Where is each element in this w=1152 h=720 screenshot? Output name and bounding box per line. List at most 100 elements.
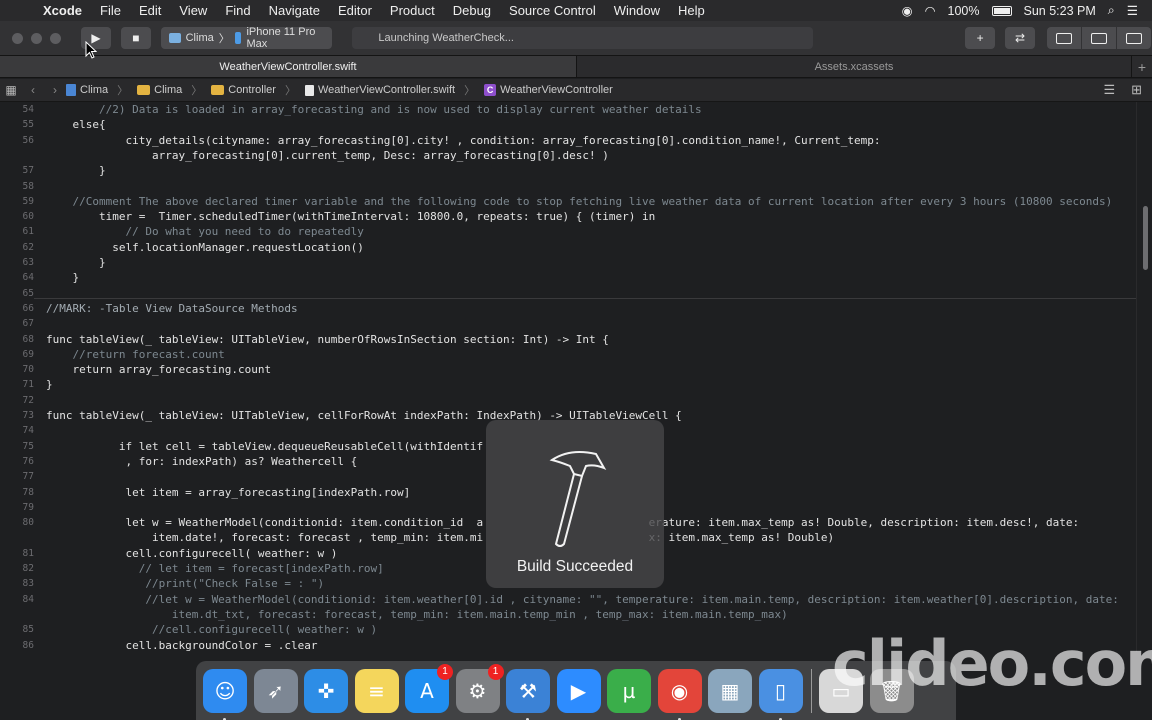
line-number[interactable]: 83 [0,576,34,591]
clock[interactable]: Sun 5:23 PM [1024,4,1096,18]
code-line[interactable]: 56 city_details(cityname: array_forecast… [0,133,1140,148]
line-number[interactable]: 78 [0,485,34,500]
tab-assets[interactable]: Assets.xcassets [576,56,1131,77]
line-number[interactable]: 57 [0,163,34,178]
line-number[interactable]: 84 [0,592,34,607]
screen-record-icon[interactable]: ◉ [902,3,913,18]
breadcrumb-folder[interactable]: Controller [228,84,276,96]
line-number[interactable]: 59 [0,194,34,209]
line-number[interactable]: 71 [0,377,34,392]
code-review-button[interactable]: ⇄ [1005,27,1036,49]
breadcrumb-project[interactable]: Clima [80,84,108,96]
launchpad-icon[interactable]: ➶ [253,668,298,713]
line-number[interactable]: 67 [0,316,34,331]
line-number[interactable]: 86 [0,638,34,653]
scheme-selector[interactable]: Clima 〉 iPhone 11 Pro Max [160,26,333,50]
line-number[interactable]: 68 [0,332,34,347]
breadcrumb-symbol[interactable]: WeatherViewController [500,84,613,96]
code-line[interactable]: 58 [0,179,1140,194]
breadcrumb-file[interactable]: WeatherViewController.swift [318,84,455,96]
line-number[interactable]: 63 [0,255,34,270]
code-line[interactable]: 68 func tableView(_ tableView: UITableVie… [0,332,1140,347]
inspector-toggle-button[interactable] [1117,27,1152,49]
zoom-icon[interactable]: ▶ [556,668,601,713]
system-preferences-icon[interactable]: ⚙ 1 [455,663,504,713]
line-number[interactable]: 77 [0,469,34,484]
code-line[interactable]: array_forecasting[0].current_temp, Desc:… [0,148,1140,163]
line-number[interactable]: 62 [0,240,34,255]
library-button[interactable]: + [965,27,996,49]
line-number[interactable]: 58 [0,179,34,194]
add-editor-icon[interactable]: ⊞ [1131,82,1142,98]
code-line[interactable]: 59 //Comment The above declared timer va… [0,194,1140,209]
menu-file[interactable]: File [91,3,130,18]
code-line[interactable]: 72 [0,393,1140,408]
notes-icon[interactable]: ≡ [354,668,399,713]
menu-editor[interactable]: Editor [329,3,381,18]
line-number[interactable]: 66 [0,301,34,316]
spotlight-search-icon[interactable]: ⌕ [1108,3,1115,18]
navigator-toggle-button[interactable] [1047,27,1082,49]
line-number[interactable]: 55 [0,117,34,132]
line-number[interactable]: 69 [0,347,34,362]
app-store-icon[interactable]: A1 [405,663,453,713]
scrollbar-thumb[interactable] [1143,206,1148,270]
code-line[interactable]: 61 // Do what you need to do repeatedly [0,224,1140,239]
code-line[interactable]: 57 } [0,163,1140,178]
chrome-icon[interactable]: ◉ [657,668,702,720]
menu-app-xcode[interactable]: Xcode [34,3,91,18]
code-line[interactable]: 60 timer = Timer.scheduledTimer(withTime… [0,209,1140,224]
stop-button[interactable]: ■ [120,27,151,49]
code-line[interactable]: 84 //let w = WeatherModel(conditionid: i… [0,592,1140,607]
line-number[interactable]: 76 [0,454,34,469]
editor-options-icon[interactable]: ☰ [1103,82,1115,98]
line-number[interactable]: 82 [0,561,34,576]
safari-icon[interactable]: ✜ [304,668,348,713]
menu-debug[interactable]: Debug [444,3,500,18]
forward-button[interactable]: › [44,83,66,97]
menu-source-control[interactable]: Source Control [500,3,605,18]
menu-view[interactable]: View [170,3,216,18]
wifi-icon[interactable]: ◠ [925,3,936,18]
code-line[interactable]: 62 self.locationManager.requestLocation(… [0,240,1140,255]
code-line[interactable]: 55 else{ [0,117,1140,132]
code-line[interactable]: 69 //return forecast.count [0,347,1140,362]
code-line[interactable]: item.dt_txt, forecast: forecast, temp_mi… [0,607,1140,622]
line-number[interactable]: 54 [0,102,34,117]
code-line[interactable]: 66 //MARK: -Table View DataSource Methods [0,301,1140,316]
menu-find[interactable]: Find [216,3,259,18]
line-number[interactable]: 56 [0,133,34,148]
line-number[interactable]: 60 [0,209,34,224]
tab-weatherviewcontroller[interactable]: WeatherViewController.swift [0,56,576,77]
scrollbar-track[interactable] [1136,102,1152,652]
line-number[interactable]: 72 [0,393,34,408]
menu-window[interactable]: Window [605,3,669,18]
zoom-window-button[interactable] [50,32,61,44]
line-number[interactable]: 70 [0,362,34,377]
line-number[interactable]: 80 [0,515,34,530]
line-number[interactable]: 85 [0,622,34,637]
menu-product[interactable]: Product [381,3,444,18]
line-number[interactable]: 61 [0,224,34,239]
add-tab-button[interactable]: + [1131,56,1152,77]
control-center-icon[interactable]: ☰ [1127,3,1138,18]
line-number[interactable]: 73 [0,408,34,423]
code-line[interactable]: 63 } [0,255,1140,270]
line-number[interactable]: 74 [0,423,34,438]
debug-area-toggle-button[interactable] [1082,27,1117,49]
breadcrumb-group[interactable]: Clima [154,84,182,96]
code-line[interactable]: 71} [0,377,1140,392]
scheme-device[interactable]: iPhone 11 Pro Max [246,26,324,50]
line-number[interactable]: 81 [0,546,34,561]
related-items-icon[interactable]: ▦ [0,83,22,97]
minimize-window-button[interactable] [31,32,42,44]
line-number[interactable]: 79 [0,500,34,515]
close-window-button[interactable] [12,32,23,44]
menu-help[interactable]: Help [669,3,714,18]
code-line[interactable]: 54 //2) Data is loaded in array_forecast… [0,102,1140,117]
line-number[interactable]: 65 [0,286,34,301]
menu-navigate[interactable]: Navigate [260,3,329,18]
simulator-icon[interactable]: ▯ [758,668,803,720]
xcode-icon[interactable]: ⚒ [506,668,550,720]
finder-icon[interactable]: ☺ [203,668,247,720]
